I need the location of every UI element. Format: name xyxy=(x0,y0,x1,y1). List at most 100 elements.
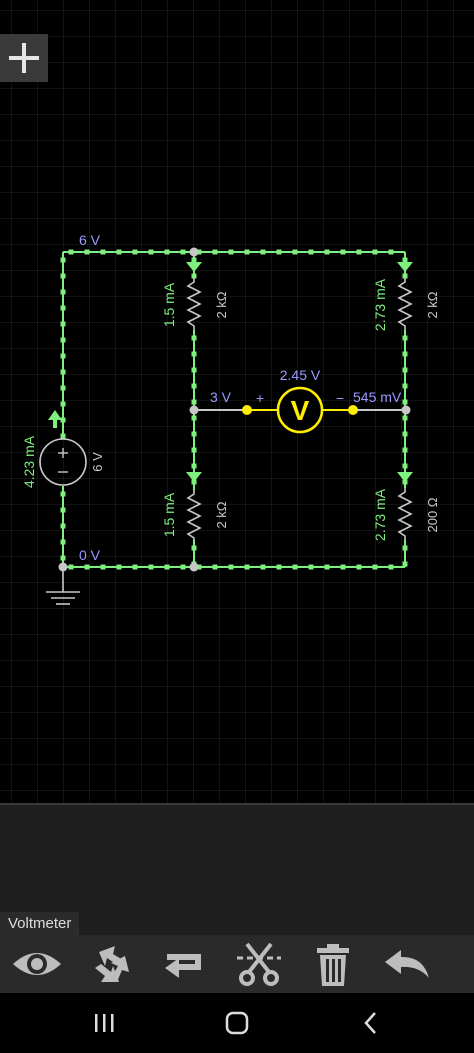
current-dot xyxy=(191,415,197,421)
current-dot xyxy=(324,249,330,255)
current-dot xyxy=(164,564,170,570)
rotate-icon xyxy=(95,946,129,982)
current-dot xyxy=(356,249,362,255)
r-top-right-value: 2 kΩ xyxy=(425,291,440,318)
node-bottom-voltage: 0 V xyxy=(79,547,101,563)
current-dot xyxy=(60,321,66,327)
current-dot xyxy=(180,249,186,255)
current-dot xyxy=(402,367,408,373)
flip-icon xyxy=(165,954,201,978)
current-dot xyxy=(191,545,197,551)
circuit-diagram: V 6 V 0 V 3 V 2.45 V + − 545 mV 1.5 mA 2… xyxy=(21,232,440,605)
current-dot xyxy=(244,564,250,570)
current-dot xyxy=(191,383,197,389)
arrow-down-icon xyxy=(186,262,202,272)
voltmeter-symbol: V xyxy=(291,395,310,426)
arrow-down-icon xyxy=(186,472,202,482)
current-dot xyxy=(132,564,138,570)
node-top-voltage: 6 V xyxy=(79,232,101,248)
current-dot xyxy=(372,564,378,570)
back-icon xyxy=(364,1012,376,1034)
current-dot xyxy=(60,289,66,295)
current-dot xyxy=(191,351,197,357)
undo-icon xyxy=(385,950,429,978)
view-button[interactable] xyxy=(1,935,73,993)
delete-button[interactable] xyxy=(297,935,369,993)
current-dot xyxy=(84,564,90,570)
recent-apps-icon xyxy=(95,1014,114,1032)
current-dot xyxy=(308,564,314,570)
current-dot xyxy=(68,564,74,570)
undo-button[interactable] xyxy=(371,935,443,993)
current-dot xyxy=(260,249,266,255)
flip-button[interactable] xyxy=(149,935,221,993)
current-dot xyxy=(388,249,394,255)
current-dot xyxy=(84,249,90,255)
home-button[interactable] xyxy=(207,1001,267,1045)
recent-apps-button[interactable] xyxy=(75,1001,135,1045)
back-button[interactable] xyxy=(341,1001,401,1045)
r-bottom-right-current: 2.73 mA xyxy=(372,488,388,541)
resistor-top-left[interactable] xyxy=(186,278,202,330)
voltmeter-plus: + xyxy=(256,390,264,406)
current-dot xyxy=(402,447,408,453)
current-dot xyxy=(212,564,218,570)
current-dot xyxy=(60,401,66,407)
current-dot xyxy=(402,415,408,421)
resistor-bottom-right[interactable] xyxy=(397,488,413,540)
current-dot xyxy=(402,463,408,469)
node-mid-voltage: 3 V xyxy=(210,389,232,405)
ground-icon[interactable] xyxy=(46,567,80,605)
home-icon xyxy=(225,1011,249,1035)
r-bottom-left-current: 1.5 mA xyxy=(161,492,177,537)
current-dot xyxy=(340,249,346,255)
current-dot xyxy=(180,564,186,570)
source-current: 4.23 mA xyxy=(21,435,37,488)
current-dot xyxy=(191,431,197,437)
current-dot xyxy=(402,257,408,263)
current-dot xyxy=(60,385,66,391)
node-right-voltage: 545 mV xyxy=(353,389,402,405)
current-dot xyxy=(260,564,266,570)
current-dot xyxy=(60,539,66,545)
resistor-top-right[interactable] xyxy=(397,278,413,330)
voltmeter-minus: − xyxy=(336,390,344,406)
current-dot xyxy=(388,564,394,570)
current-dot xyxy=(116,564,122,570)
current-dot xyxy=(402,383,408,389)
trash-icon xyxy=(317,944,349,986)
resistor-bottom-left[interactable] xyxy=(186,490,202,540)
current-dot xyxy=(402,561,408,567)
current-dot xyxy=(191,399,197,405)
current-dot xyxy=(356,564,362,570)
r-bottom-right-value: 200 Ω xyxy=(425,497,440,532)
cut-button[interactable] xyxy=(223,935,295,993)
voltmeter-reading: 2.45 V xyxy=(280,367,321,383)
arrow-down-icon xyxy=(397,472,413,482)
current-dot xyxy=(191,335,197,341)
r-top-left-current: 1.5 mA xyxy=(161,282,177,327)
current-dot xyxy=(276,249,282,255)
current-dot xyxy=(60,555,66,561)
voltage-source[interactable] xyxy=(39,438,87,486)
current-dot xyxy=(164,249,170,255)
selected-component-label: Voltmeter xyxy=(0,912,80,936)
current-dot xyxy=(402,273,408,279)
r-top-left-value: 2 kΩ xyxy=(214,291,229,318)
current-dot xyxy=(372,249,378,255)
eye-icon xyxy=(13,953,61,975)
current-dot xyxy=(148,249,154,255)
current-dot xyxy=(60,305,66,311)
system-navbar xyxy=(0,993,474,1053)
current-dot xyxy=(60,369,66,375)
current-dot xyxy=(340,564,346,570)
current-dot xyxy=(60,273,66,279)
current-dot xyxy=(402,399,408,405)
current-dot xyxy=(60,491,66,497)
cut-icon xyxy=(237,942,281,986)
current-dot xyxy=(292,564,298,570)
current-dot xyxy=(60,337,66,343)
rotate-button[interactable] xyxy=(75,935,147,993)
current-dot xyxy=(132,249,138,255)
current-dot xyxy=(100,249,106,255)
